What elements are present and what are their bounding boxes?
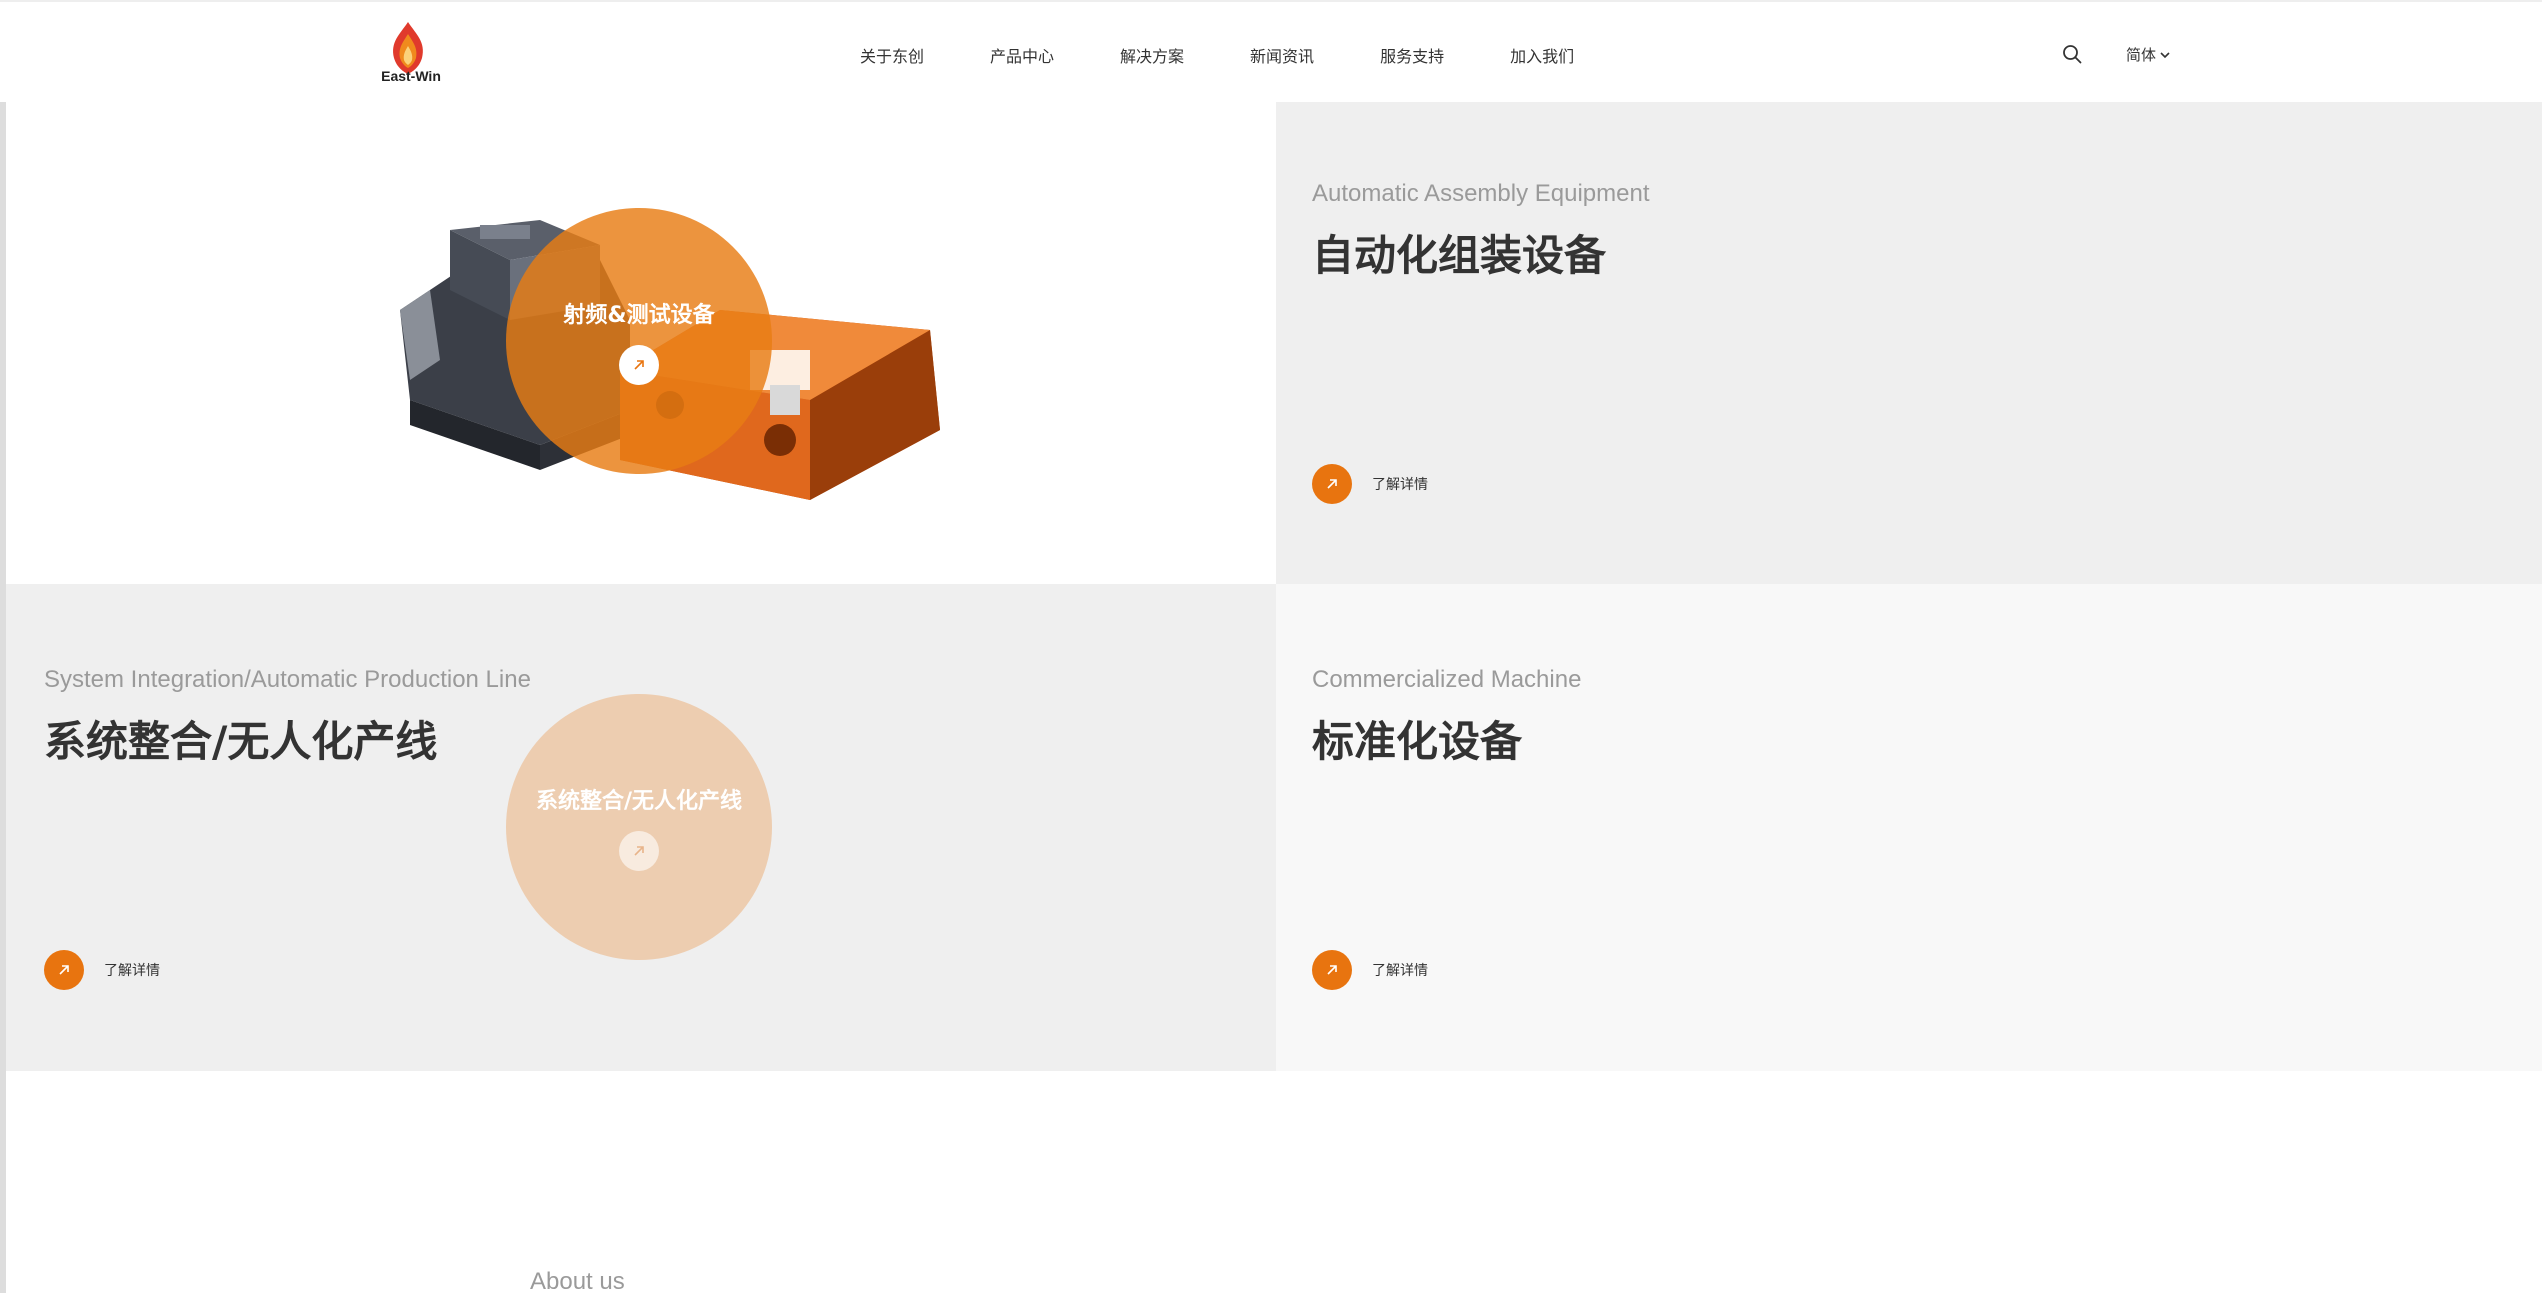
integration-title: 系统整合/无人化产线 [44,717,438,766]
panel-assembly: Automatic Assembly Equipment 自动化组装设备 了解详… [1276,102,2542,584]
integration-overlay-title: 系统整合/无人化产线 [535,789,743,814]
commercial-more-button[interactable] [1312,950,1352,990]
chevron-down-icon [2160,51,2170,58]
language-selector[interactable]: 简体 [2126,44,2170,65]
integration-more-button[interactable] [44,950,84,990]
integration-overlay[interactable]: 系统整合/无人化产线 [506,694,772,960]
assembly-subtitle: Automatic Assembly Equipment [1312,180,1650,207]
nav-item-news[interactable]: 新闻资讯 [1250,43,1314,67]
arrow-up-right-icon [634,846,644,856]
integration-more-link[interactable]: 了解详情 [44,950,160,990]
integration-overlay-button[interactable] [619,831,659,871]
site-header: East-Win 关于东创 产品中心 解决方案 新闻资讯 服务支持 加入我们 简… [0,0,2542,102]
rf-test-overlay[interactable]: 射频&测试设备 [506,208,772,474]
arrow-up-right-icon [59,965,69,975]
logo-text: East-Win [381,68,441,84]
commercial-title: 标准化设备 [1312,717,1523,766]
commercial-more-label: 了解详情 [1372,963,1428,979]
nav-item-join[interactable]: 加入我们 [1510,43,1574,67]
search-icon[interactable] [2062,44,2082,64]
integration-subtitle: System Integration/Automatic Production … [44,666,531,693]
language-label: 简体 [2126,46,2157,64]
panel-commercial: Commercialized Machine 标准化设备 了解详情 [1276,584,2542,1071]
nav-item-support[interactable]: 服务支持 [1380,43,1444,67]
arrow-up-right-icon [1327,965,1337,975]
nav-item-products[interactable]: 产品中心 [990,43,1054,67]
nav-item-about[interactable]: 关于东创 [860,43,924,67]
rf-test-overlay-button[interactable] [619,345,659,385]
arrow-up-right-icon [634,360,644,370]
commercial-more-link[interactable]: 了解详情 [1312,950,1428,990]
arrow-up-right-icon [1327,479,1337,489]
integration-more-label: 了解详情 [104,963,160,979]
assembly-more-link[interactable]: 了解详情 [1312,464,1428,504]
assembly-title: 自动化组装设备 [1312,231,1607,280]
main-nav: 关于东创 产品中心 解决方案 新闻资讯 服务支持 加入我们 [860,2,1640,108]
commercial-subtitle: Commercialized Machine [1312,666,1582,693]
assembly-more-button[interactable] [1312,464,1352,504]
rf-test-overlay-title: 射频&测试设备 [563,303,715,328]
nav-item-solutions[interactable]: 解决方案 [1120,43,1184,67]
about-heading: About us [530,1268,625,1293]
assembly-more-label: 了解详情 [1372,477,1428,493]
